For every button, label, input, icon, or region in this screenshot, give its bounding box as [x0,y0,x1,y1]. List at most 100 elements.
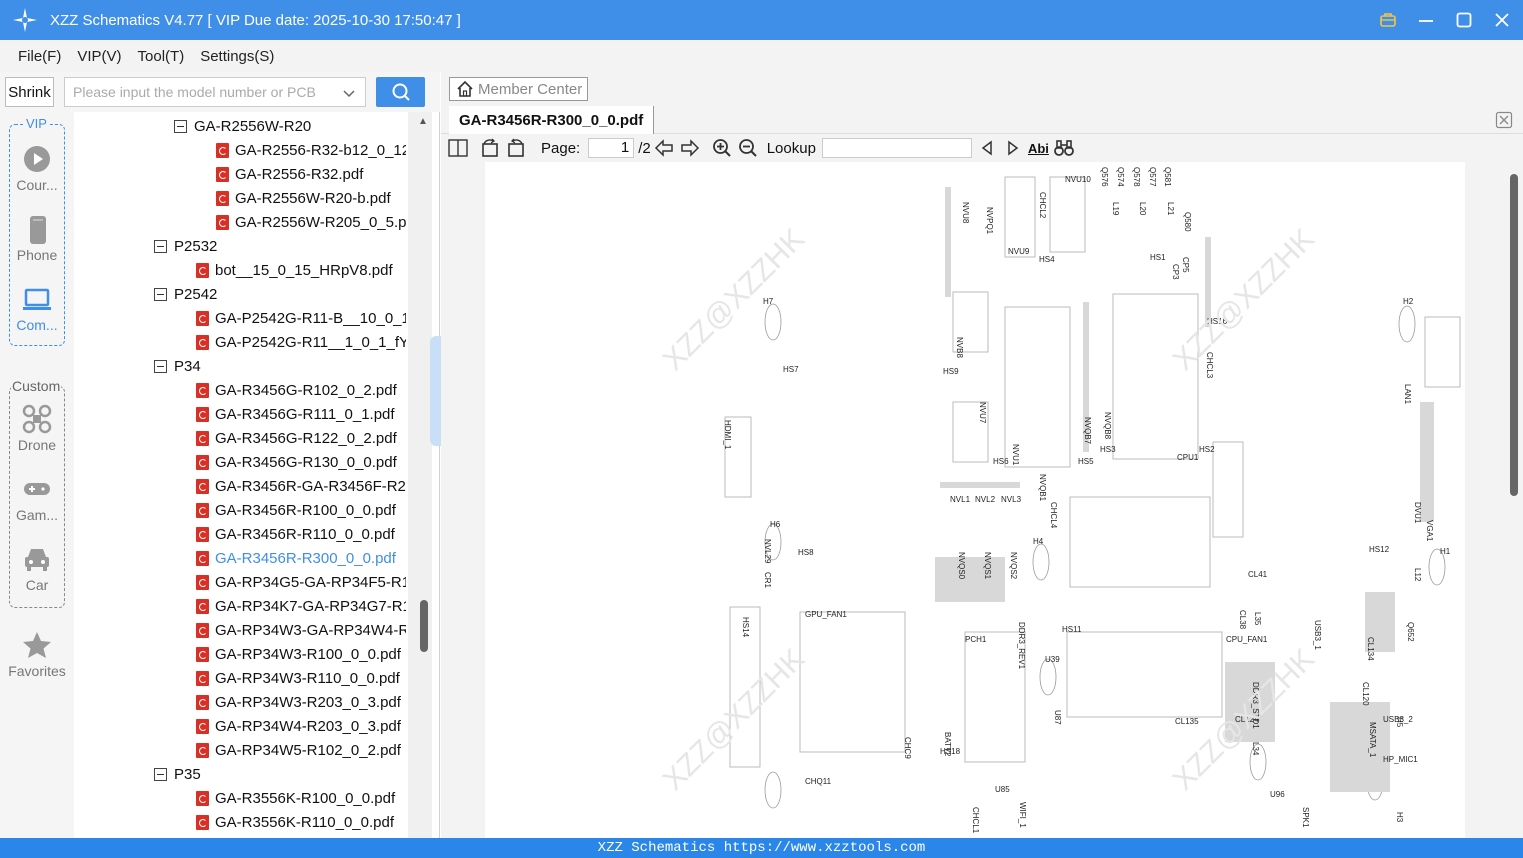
board-component-label: U39 [1045,655,1060,664]
tree-row-label: GA-RP34W3-R203_0_3.pdf [215,693,401,711]
star-icon [22,630,52,660]
pdf-file-icon [196,550,209,566]
tree-file-row[interactable]: GA-P2542G-R11__1_0_1_fYz01.p [196,330,406,354]
menu-tool[interactable]: Tool(T) [138,48,185,65]
search-button[interactable] [376,77,425,107]
collapse-box-icon[interactable] [154,359,167,373]
page-number-input[interactable]: 1 [588,138,635,158]
tree-file-row[interactable]: GA-RP34W3-GA-RP34W4-R120_ [196,618,406,642]
menu-settings[interactable]: Settings(S) [200,48,274,65]
sidebar-item-phone[interactable]: Phone [0,214,74,263]
collapse-box-icon[interactable] [154,239,167,253]
watermark-text: XZZ@XZZHK [1167,222,1321,376]
document-area[interactable]: NVU10 CHCL2 Q576 Q574 Q578 Q577 Q581 NVPQ1 NVU8 L… [441,162,1523,838]
zoom-out-icon[interactable] [737,137,759,159]
document-scroll-thumb[interactable] [1510,174,1518,496]
tree-scrollbar[interactable]: ▲ [408,112,432,838]
sidebar-item-favorites[interactable]: Favorites [0,630,74,679]
document-scrollbar[interactable] [1503,162,1523,838]
tree-folder-row[interactable]: P2532 [154,234,217,258]
find-prev-icon[interactable] [976,137,998,159]
tree-file-row[interactable]: GA-R2556-R32.pdf [216,162,363,186]
tree-file-row[interactable]: GA-R3456R-R100_0_0.pdf [196,498,396,522]
board-component-label: L12 [1413,568,1422,582]
board-component-label: PCH1 [965,635,987,644]
chevron-down-icon[interactable] [343,86,355,102]
sidebar-item-computer[interactable]: Com... [0,284,74,333]
collapse-box-icon[interactable] [154,287,167,301]
pdf-file-icon [196,694,209,710]
rotate-left-icon[interactable] [479,137,501,159]
next-page-icon[interactable] [679,137,701,159]
lookup-input[interactable] [821,138,972,158]
collapse-box-icon[interactable] [174,119,187,133]
page-total: /2 [638,139,651,157]
tree-file-row[interactable]: GA-RP34W4-R203_0_3.pdf [196,714,401,738]
tree-folder-row[interactable]: P2542 [154,282,217,306]
tree-file-row[interactable]: GA-P2542G-R11-B__10_0_10_V1 [196,306,406,330]
rotate-right-icon[interactable] [505,137,527,159]
minimize-button[interactable] [1415,9,1437,31]
board-component-label: NVL3 [1001,495,1022,504]
match-case-button[interactable]: Abi [1028,137,1049,159]
board-component-label: L19 [1111,202,1120,216]
tree-scroll-thumb[interactable] [420,600,428,652]
tree-folder-row[interactable]: GA-R2556W-R20 [174,114,311,138]
tree-file-row[interactable]: GA-RP34W3-R110_0_0.pdf [196,666,400,690]
scroll-up-icon[interactable]: ▲ [418,116,428,127]
tree-file-row[interactable]: GA-R3456G-R111_0_1.pdf [196,402,395,426]
tree-folder-row[interactable]: P34 [154,354,201,378]
menu-file[interactable]: File(F) [18,48,61,65]
document-tab[interactable]: GA-R3456R-R300_0_0.pdf [449,106,655,134]
board-component-label: NVU8 [961,202,970,224]
tree-file-row[interactable]: GA-RP34W3-R100_0_0.pdf [196,642,401,666]
tree-file-row[interactable]: GA-R3456G-R130_0_0.pdf [196,450,397,474]
schematic-page[interactable]: NVU10 CHCL2 Q576 Q574 Q578 Q577 Q581 NVPQ1 NVU8 L… [485,162,1465,838]
tree-file-row[interactable]: GA-R3456G-R102_0_2.pdf [196,378,397,402]
tree-file-row[interactable]: GA-R3456R-R110_0_0.pdf [196,522,395,546]
prev-page-icon[interactable] [653,137,675,159]
member-center-button[interactable]: Member Center [449,77,588,101]
shrink-button[interactable]: Shrink [5,77,54,107]
tree-file-row[interactable]: GA-R2556W-R20-b.pdf [216,186,391,210]
tree-file-row[interactable]: GA-R3456G-R122_0_2.pdf [196,426,397,450]
sidebar-toggle-icon[interactable] [447,137,469,159]
search-input[interactable]: Please input the model number or PCB [64,77,366,107]
tree-file-row[interactable]: bot__15_0_15_HRpV8.pdf [196,258,393,282]
app-logo-icon [12,7,38,33]
pdf-file-icon [196,526,209,542]
board-drawing[interactable]: NVU10 CHCL2 Q576 Q574 Q578 Q577 Q581 NVPQ1 NVU8 L… [485,162,1465,838]
tree-file-row[interactable]: GA-R3556K-R110_0_0.pdf [196,810,394,834]
tree-row-label: GA-R2556W-R20-b.pdf [235,189,391,207]
tree-file-row[interactable]: GA-R2556W-R205_0_5.pdf [216,210,406,234]
tree-file-row[interactable]: GA-RP34K7-GA-RP34G7-R106_0 [196,594,406,618]
find-next-icon[interactable] [1002,137,1024,159]
sidebar-item-car[interactable]: Car [0,544,74,593]
tree-file-row[interactable]: GA-R3456R-R300_0_0.pdf [196,546,396,570]
close-button[interactable] [1491,9,1513,31]
tree-file-row[interactable]: GA-R2556-R32-b12_0_12.pdf [216,138,406,162]
menu-vip[interactable]: VIP(V) [77,48,121,65]
sidebar-item-course[interactable]: Cour... [0,144,74,193]
collapse-box-icon[interactable] [154,767,167,781]
sidebar-item-drone[interactable]: Drone [0,404,74,453]
tree-file-row[interactable]: GA-R3556K-R100_0_0.pdf [196,786,395,810]
maximize-button[interactable] [1453,9,1475,31]
tree-file-row[interactable]: GA-RP34W3-R203_0_3.pdf [196,690,401,714]
tree-file-row[interactable]: GA-R3456R-GA-R3456F-R200_0_ [196,474,406,498]
tree-row-label: GA-P2542G-R11__1_0_1_fYz01.p [215,333,406,351]
tree-row-label: GA-R3456G-R102_0_2.pdf [215,381,397,399]
tree-folder-row[interactable]: P35 [154,762,201,786]
pdf-file-icon [196,814,209,830]
board-component-label: HS18 [940,747,961,756]
binoculars-icon[interactable] [1053,137,1075,159]
vip-bag-icon[interactable] [1377,9,1399,31]
close-tab-icon[interactable] [1495,111,1513,129]
sidebar-item-game[interactable]: Gam... [0,474,74,523]
tree-file-row[interactable]: GA-RP34W5-R102_0_2.pdf [196,738,401,762]
tree-file-row[interactable]: GA-RP34G5-GA-RP34F5-R102_0 [196,570,406,594]
board-component-label: USB3_1 [1313,620,1322,650]
zoom-in-icon[interactable] [711,137,733,159]
board-component-label: CHC9 [903,737,912,759]
watermark-text: XZZ@XZZHK [657,642,811,796]
